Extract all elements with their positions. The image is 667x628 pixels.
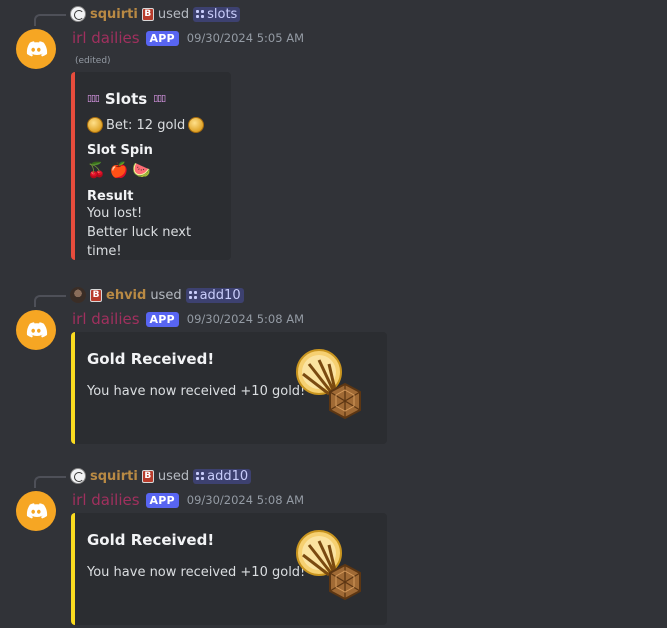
- reply-preview[interactable]: squirti B used add10: [70, 466, 252, 486]
- user-avatar-icon: [70, 287, 86, 303]
- slots-embed: ▯▯▯ Slots ▯▯▯ Bet: 12 gold Slot Spin 🍒 🍎…: [71, 72, 231, 260]
- reply-username[interactable]: squirti: [90, 7, 138, 22]
- result-field-title: Result: [87, 189, 134, 204]
- used-text: used: [150, 287, 182, 303]
- reply-preview[interactable]: B ehvid used add10: [70, 285, 244, 305]
- timestamp[interactable]: 09/30/2024 5:08 AM: [187, 312, 304, 326]
- timestamp[interactable]: 09/30/2024 5:05 AM: [187, 31, 304, 45]
- discord-logo-icon: [24, 318, 48, 342]
- bot-avatar[interactable]: [16, 310, 56, 350]
- reply-username[interactable]: squirti: [90, 469, 138, 484]
- coin-icon: [188, 117, 205, 133]
- message-header: irl dailies APP 09/30/2024 5:05 AM: [72, 27, 304, 49]
- edited-label: (edited): [75, 56, 111, 66]
- bet-text: Bet: 12 gold: [106, 117, 186, 133]
- gold-embed: Gold Received! You have now received +10…: [71, 332, 387, 444]
- app-command-icon: [196, 10, 205, 18]
- message-header: irl dailies APP 09/30/2024 5:08 AM: [72, 308, 304, 330]
- author-name[interactable]: irl dailies: [72, 491, 140, 509]
- message-header: irl dailies APP 09/30/2024 5:08 AM: [72, 489, 304, 511]
- spin-result: 🍒 🍎 🍉: [87, 161, 217, 179]
- command-mention[interactable]: add10: [185, 287, 244, 303]
- app-badge: APP: [145, 492, 179, 508]
- command-name: add10: [207, 468, 249, 484]
- result-line-1: You lost!: [87, 206, 143, 221]
- reply-connector: [34, 14, 66, 26]
- timestamp[interactable]: 09/30/2024 5:08 AM: [187, 493, 304, 507]
- author-name[interactable]: irl dailies: [72, 310, 140, 328]
- used-text: used: [157, 468, 190, 484]
- app-command-icon: [196, 472, 205, 480]
- command-mention[interactable]: add10: [193, 468, 252, 484]
- app-badge: APP: [145, 30, 179, 46]
- bot-avatar[interactable]: [16, 491, 56, 531]
- user-badge-icon: B: [90, 288, 102, 302]
- user-avatar-icon: [70, 6, 86, 22]
- used-text: used: [157, 6, 190, 22]
- bot-avatar[interactable]: [16, 29, 56, 69]
- bet-line: Bet: 12 gold: [87, 117, 217, 133]
- apple-icon: 🍎: [109, 161, 129, 179]
- slot-machine-icon: ▯▯▯: [153, 94, 166, 104]
- author-name[interactable]: irl dailies: [72, 29, 140, 47]
- coin-icon: [87, 117, 103, 133]
- reply-connector: [34, 295, 66, 307]
- gold-embed: Gold Received! You have now received +10…: [71, 513, 387, 625]
- app-command-icon: [188, 291, 197, 299]
- user-badge-icon: B: [141, 469, 154, 483]
- command-name: slots: [207, 6, 238, 22]
- reply-preview[interactable]: squirti B used slots: [70, 4, 241, 24]
- command-mention[interactable]: slots: [193, 6, 241, 22]
- discord-logo-icon: [24, 499, 48, 523]
- gold-reward-icon[interactable]: [293, 529, 369, 605]
- cherry-icon: 🍒: [87, 161, 106, 179]
- user-badge-icon: B: [141, 7, 154, 21]
- embed-title: ▯▯▯ Slots ▯▯▯: [87, 90, 217, 108]
- user-avatar-icon: [70, 468, 86, 484]
- result-line-2: Better luck next time!: [87, 225, 192, 259]
- app-badge: APP: [145, 311, 179, 327]
- spin-field-title: Slot Spin: [87, 143, 153, 158]
- discord-logo-icon: [24, 37, 48, 61]
- command-name: add10: [199, 287, 241, 303]
- reply-username[interactable]: ehvid: [106, 288, 146, 303]
- slot-machine-icon: ▯▯▯: [87, 94, 100, 104]
- gold-reward-icon[interactable]: [293, 348, 369, 424]
- embed-title-text: Slots: [104, 90, 148, 108]
- watermelon-icon: 🍉: [132, 161, 152, 179]
- reply-connector: [34, 476, 66, 488]
